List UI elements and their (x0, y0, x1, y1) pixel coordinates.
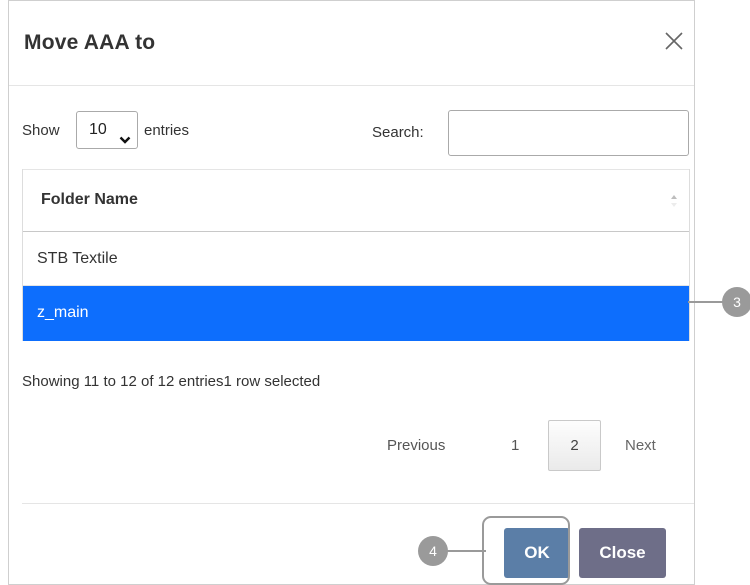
entries-label: entries (144, 122, 190, 139)
callout-line-ok (446, 550, 486, 552)
pagination-page-2[interactable]: 2 (548, 420, 601, 471)
show-label: Show (22, 122, 60, 139)
pagination-page-1[interactable]: 1 (511, 437, 519, 454)
callout-badge-ok: 4 (418, 536, 448, 566)
chevron-down-icon (119, 124, 131, 144)
folder-name-cell: z_main (37, 304, 89, 321)
close-icon[interactable] (662, 29, 686, 53)
table-row-selected[interactable]: z_main (23, 286, 689, 341)
table-header[interactable]: Folder Name (23, 169, 689, 233)
search-input[interactable] (448, 110, 689, 156)
page-length-value: 10 (89, 121, 107, 138)
column-header-folder-name: Folder Name (41, 191, 138, 208)
pagination-previous[interactable]: Previous (387, 437, 445, 454)
page-length-select[interactable]: 10 (76, 111, 138, 149)
footer-divider (22, 503, 694, 504)
ok-highlight-frame (482, 516, 570, 585)
table-row[interactable]: STB Textile (23, 232, 689, 286)
dialog-title: Move AAA to (24, 31, 156, 54)
pagination-next[interactable]: Next (625, 437, 656, 454)
sort-icon (669, 192, 679, 210)
move-dialog: Move AAA to Show 10 entries Search: Fold… (8, 0, 695, 585)
dialog-header: Move AAA to (9, 1, 694, 86)
folders-table: Folder Name STB Textile z_main (22, 169, 690, 341)
table-info: Showing 11 to 12 of 12 entries1 row sele… (22, 373, 321, 390)
callout-badge-row: 3 (722, 287, 750, 317)
folder-name-cell: STB Textile (37, 250, 118, 267)
close-button[interactable]: Close (579, 528, 666, 578)
search-label: Search: (372, 124, 424, 141)
callout-line-row (688, 301, 726, 303)
